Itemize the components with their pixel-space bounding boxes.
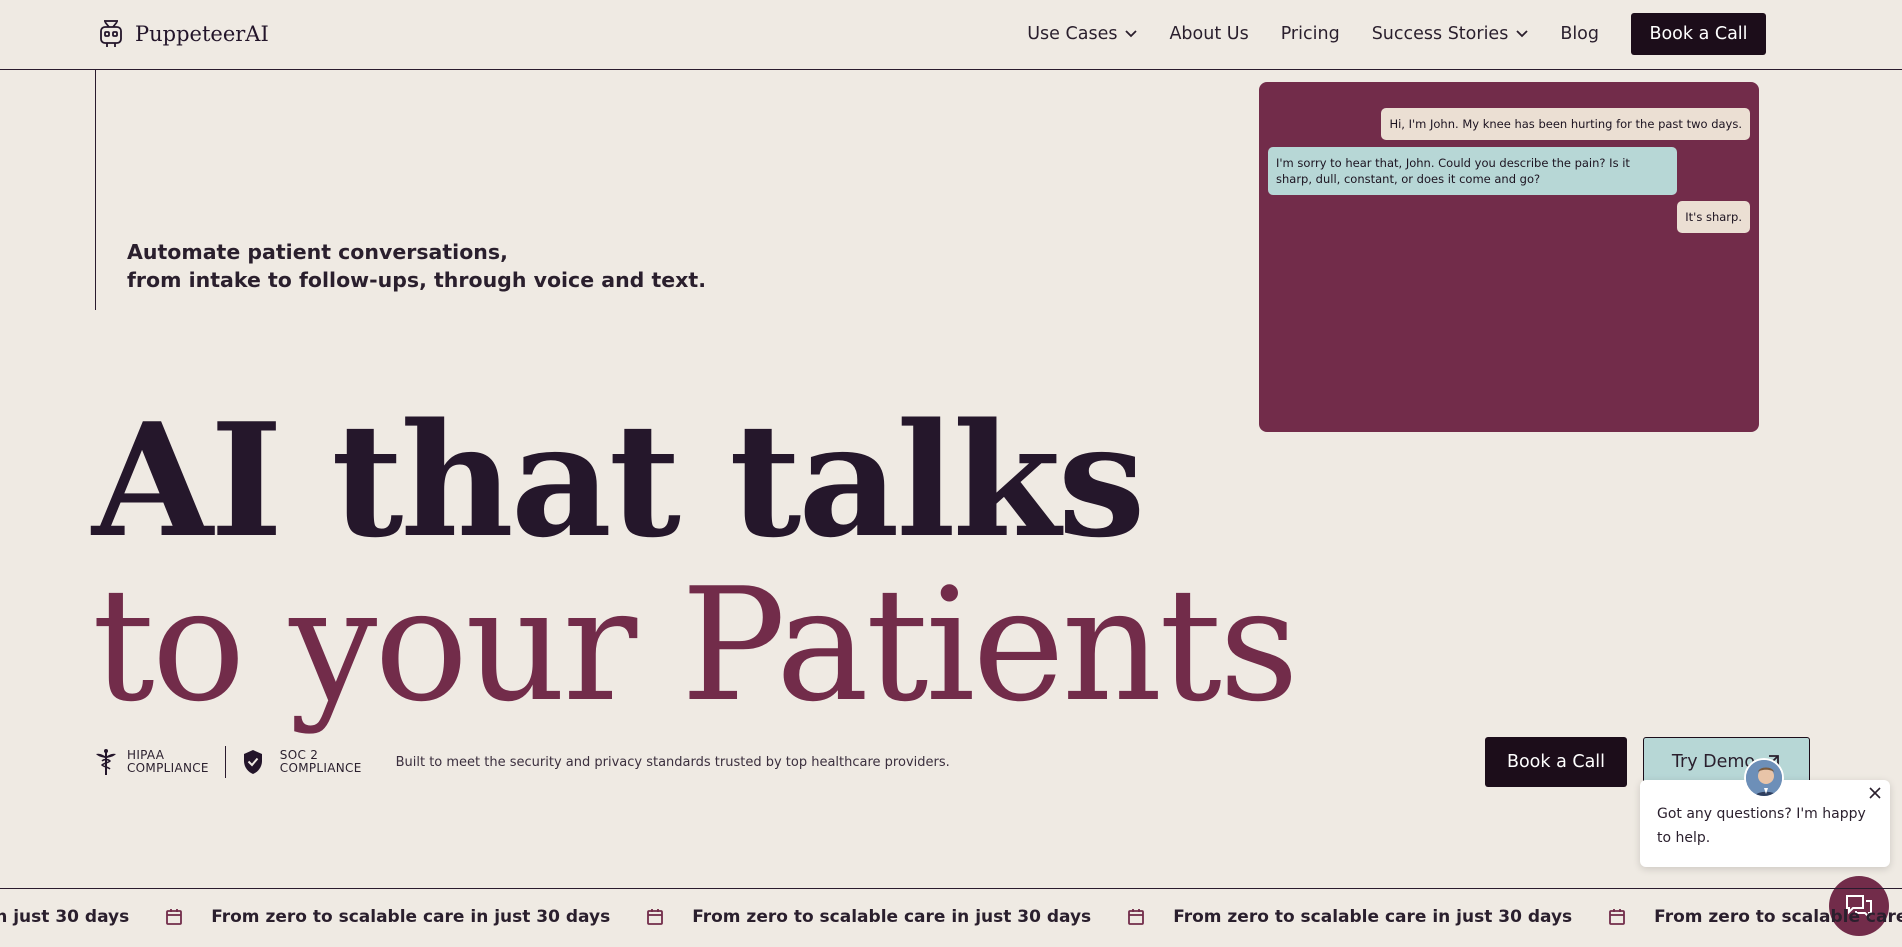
tagline-line-1: Automate patient conversations, [127,240,508,264]
hipaa-line-2: COMPLIANCE [127,761,209,775]
hipaa-label: HIPAA COMPLIANCE [127,749,209,775]
nav-success-stories[interactable]: Success Stories [1372,13,1529,55]
hero-line-1: AI that talks [92,389,1146,572]
hero-line-2: to your Patients [92,554,1299,736]
soc2-line-2: COMPLIANCE [279,761,362,775]
puppet-robot-icon [100,20,122,47]
brand-name: PuppeteerAI [135,22,269,46]
soc2-badge: SOC 2 COMPLIANCE [242,748,362,776]
marquee-text: From zero to scalable care in just 30 da… [692,907,1092,927]
nav-label: Pricing [1280,24,1340,44]
agent-avatar [1744,758,1784,798]
shield-check-icon [243,750,262,774]
calendar-icon [166,909,183,925]
caduceus-icon [96,749,116,775]
nav-label: Blog [1560,24,1599,44]
marquee-text: From zero to scalable care in just 30 da… [1654,907,1902,927]
nav-label: Success Stories [1371,24,1509,44]
nav-blog[interactable]: Blog [1560,13,1599,55]
chat-demo-panel: Hi, I'm John. My knee has been hurting f… [1259,82,1759,432]
marquee-track: care in just 30 days From zero to scalab… [0,907,1902,927]
book-call-button[interactable]: Book a Call [1485,737,1627,787]
chat-message-patient: It's sharp. [1677,201,1750,233]
chevron-down-icon [1125,30,1138,38]
compliance-note: Built to meet the security and privacy s… [395,754,950,770]
brand-logo[interactable]: PuppeteerAI [95,18,269,50]
close-icon[interactable] [1868,786,1882,800]
calendar-icon [1609,909,1626,925]
nav-label: About Us [1169,24,1249,44]
marquee-text: care in just 30 days [0,907,130,927]
nav-use-cases[interactable]: Use Cases [1027,13,1138,55]
nav-about-us[interactable]: About Us [1169,13,1248,55]
compliance-row: HIPAA COMPLIANCE SOC 2 COMPLIANCE Built … [95,746,950,778]
site-header: PuppeteerAI Use Cases About Us Pricing S… [0,0,1902,70]
chevron-down-icon [1516,30,1528,38]
chat-message-patient: Hi, I'm John. My knee has been hurting f… [1381,108,1750,140]
compliance-divider [224,746,226,778]
nav-label: Use Cases [1027,24,1118,44]
try-demo-label: Try Demo [1671,752,1756,772]
marquee-text: From zero to scalable care in just 30 da… [1173,907,1573,927]
calendar-icon [1128,909,1145,925]
tagline-line-2: from intake to follow-ups, through voice… [127,268,706,292]
chat-message-assistant: I'm sorry to hear that, John. Could you … [1268,147,1677,195]
header-book-call-button[interactable]: Book a Call [1631,13,1766,55]
soc2-label: SOC 2 COMPLIANCE [280,749,362,775]
hero-tagline: Automate patient conversations, from int… [127,238,706,294]
chat-widget-message: Got any questions? I'm happy to help. [1657,806,1866,846]
main-nav: Use Cases About Us Pricing Success Stori… [1027,13,1766,55]
hero-headline: AI that talks to your Patients [92,389,1299,736]
hipaa-badge: HIPAA COMPLIANCE [95,748,209,776]
calendar-icon [647,909,664,925]
vertical-divider [95,70,96,310]
marquee-banner: care in just 30 days From zero to scalab… [0,888,1902,947]
marquee-text: From zero to scalable care in just 30 da… [211,907,611,927]
nav-pricing[interactable]: Pricing [1281,13,1340,55]
